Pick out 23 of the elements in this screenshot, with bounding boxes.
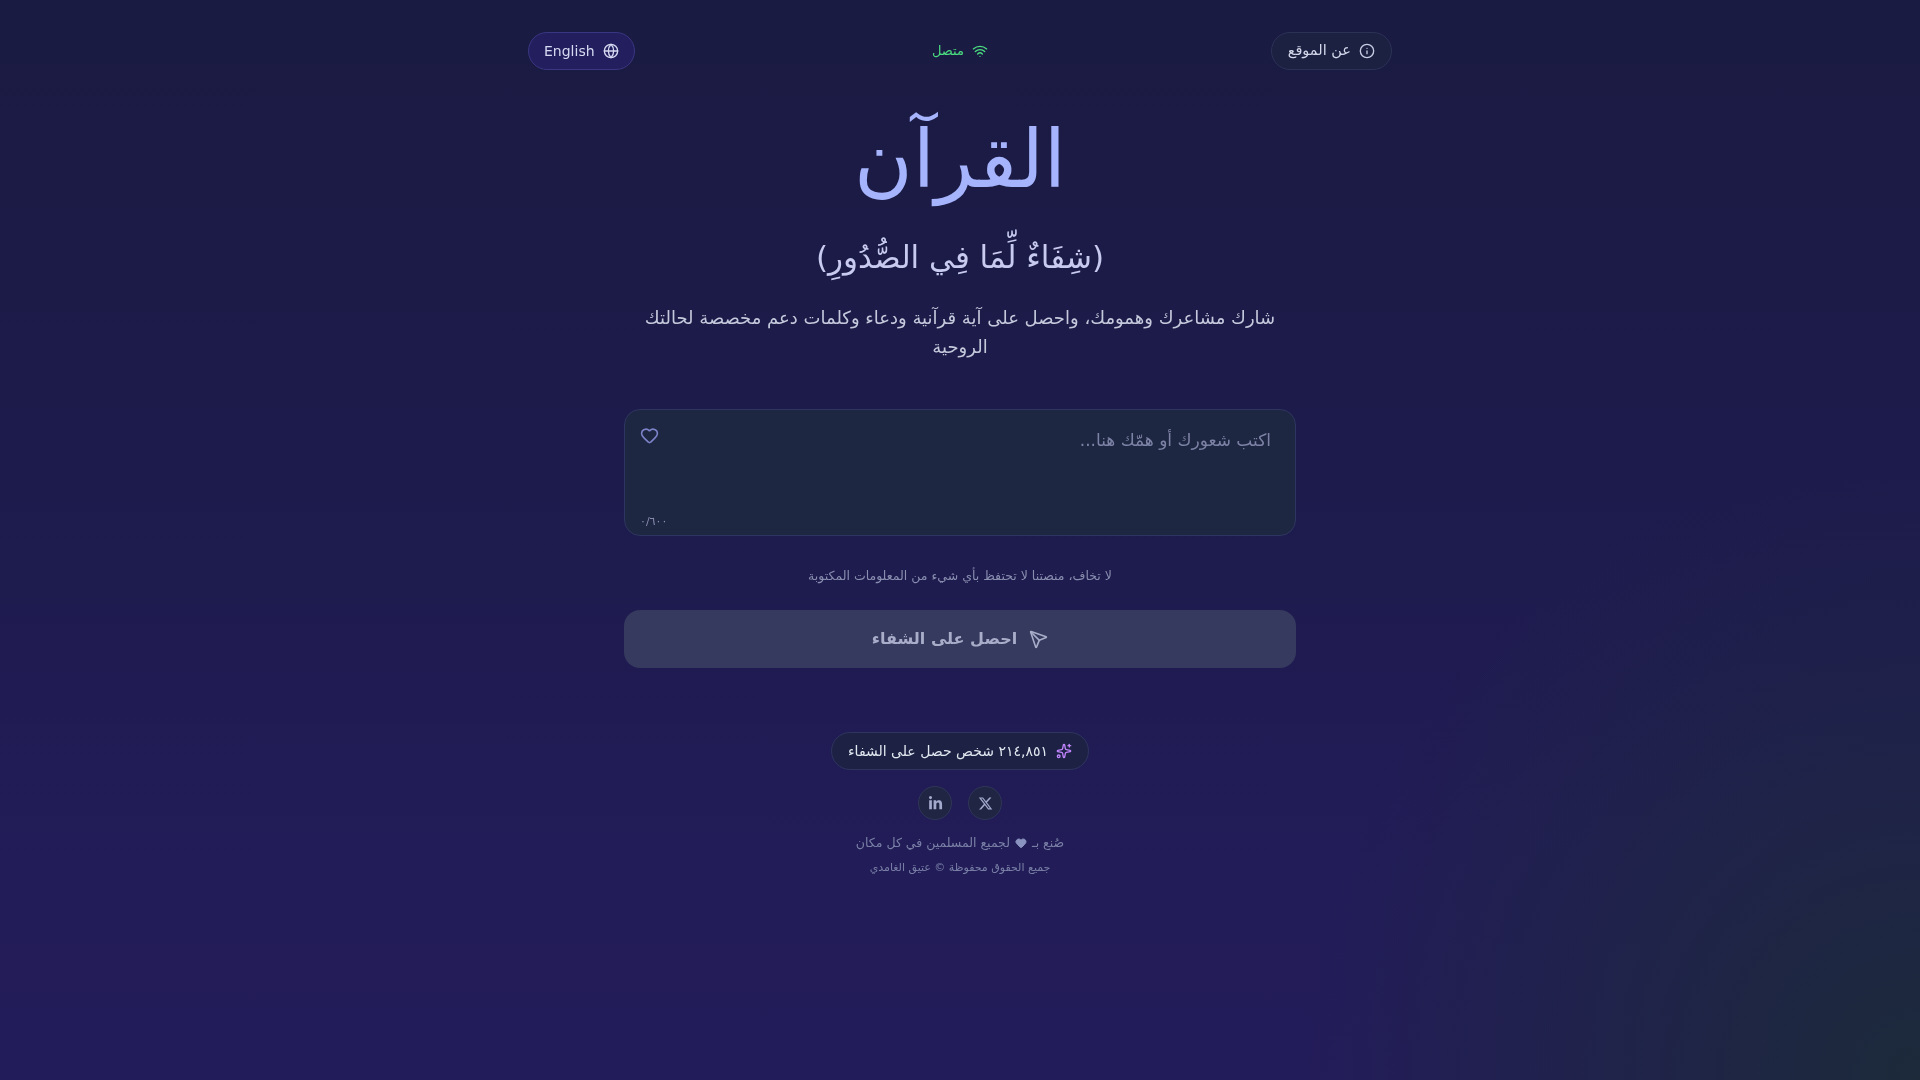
verse-subtitle: (شِفَاءٌ لِّمَا فِي الصُّدُورِ) [815, 227, 1105, 287]
in-logo-icon [927, 795, 943, 811]
about-button[interactable]: عن الموقع [1270, 32, 1392, 70]
site-title: القرآن [853, 112, 1067, 208]
made-with-text: لجميع المسلمين في كل مكان [855, 834, 1010, 852]
stats-text: ٢١٤,٨٥١ شخص حصل على الشفاء [848, 741, 1048, 762]
copyright-text: جميع الحقوق محفوظة © عتيق الغامدي [869, 860, 1051, 875]
x-logo-icon [977, 795, 993, 811]
sparkles-icon [1055, 743, 1072, 759]
made-with-text: صُنع بـ [1032, 834, 1065, 852]
language-button[interactable]: English [528, 32, 635, 70]
character-counter: ٠/٦٠٠ [640, 515, 668, 529]
send-icon [1029, 629, 1049, 649]
heart-icon [1015, 837, 1027, 849]
connection-status: متصل [932, 42, 964, 61]
wifi-icon [972, 43, 988, 59]
globe-icon [602, 43, 619, 59]
privacy-note: لا تخاف، منصتنا لا تحتفظ بأي شيء من المعلومات المكتوبة [808, 567, 1112, 585]
info-icon [1359, 43, 1375, 59]
social-link-button[interactable] [918, 786, 952, 820]
description-text: شارك مشاعرك وهمومك، واحصل على آية قرآنية ودعاء وكلمات دعم مخصصة لحالتك الروحية [643, 306, 1277, 360]
social-link-button[interactable] [968, 786, 1002, 820]
heart-icon [640, 426, 659, 445]
